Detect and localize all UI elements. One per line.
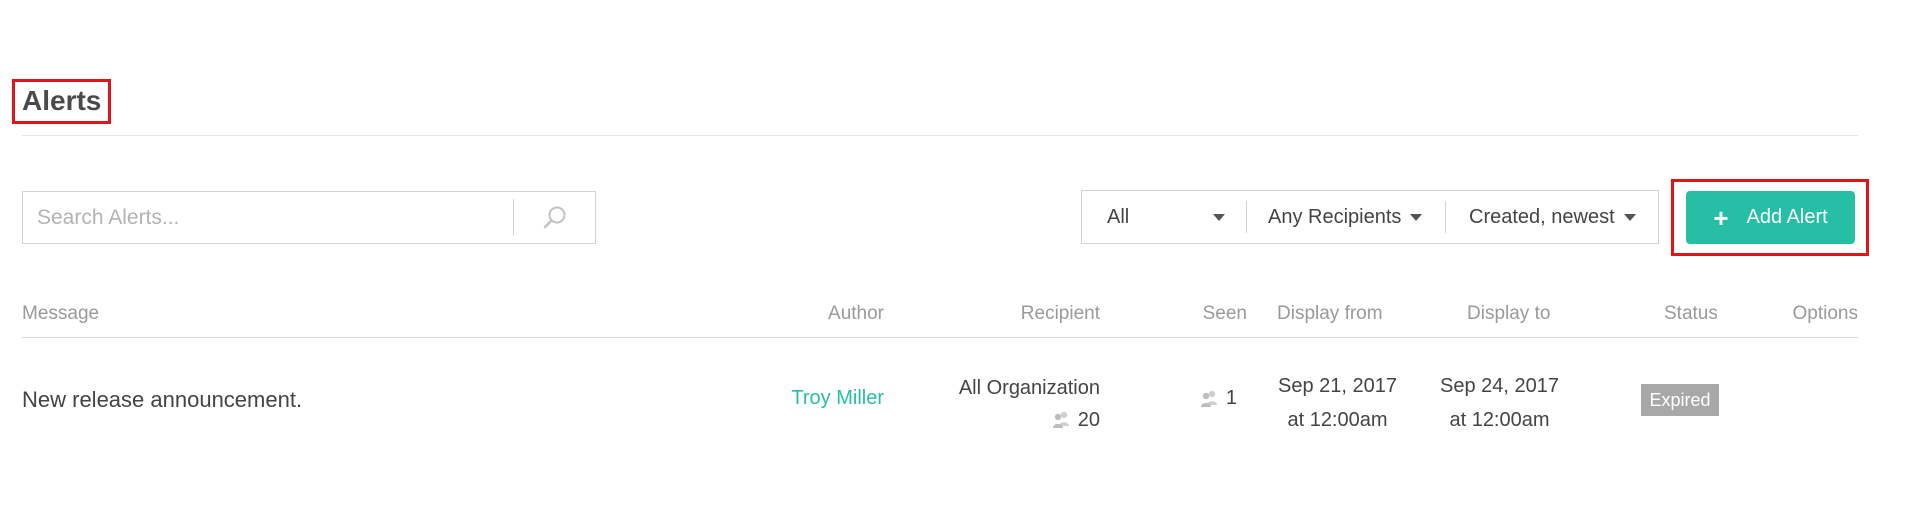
- add-alert-button[interactable]: + Add Alert: [1686, 191, 1855, 244]
- add-alert-label: Add Alert: [1746, 206, 1828, 228]
- display-from-time: at 12:00am: [1287, 409, 1388, 431]
- column-header-author[interactable]: Author: [828, 303, 884, 325]
- filter-bar: All Any Recipients Created, newest: [1081, 190, 1659, 244]
- alert-recipient: All Organization 20: [959, 372, 1100, 439]
- recipient-count: 20: [1050, 404, 1100, 436]
- table-row[interactable]: New release announcement. Troy Miller Al…: [0, 338, 1922, 468]
- chevron-down-icon: [1410, 213, 1423, 221]
- recipient-name: All Organization: [958, 377, 1100, 399]
- column-header-seen[interactable]: Seen: [1203, 303, 1247, 325]
- alert-seen: 1: [1198, 387, 1237, 410]
- alert-author-link[interactable]: Troy Miller: [791, 387, 884, 410]
- search-input[interactable]: [23, 192, 513, 243]
- search-icon: [543, 206, 565, 228]
- alerts-page: Alerts All Any Recipients Created, newes…: [0, 0, 1922, 532]
- type-filter-value: All: [1107, 205, 1130, 228]
- people-icon: [1052, 411, 1069, 428]
- sort-dropdown[interactable]: Created, newest: [1446, 191, 1658, 243]
- chevron-down-icon: [1623, 213, 1636, 221]
- search-box: [22, 191, 596, 244]
- column-header-display-from[interactable]: Display from: [1277, 303, 1383, 325]
- type-filter-dropdown[interactable]: All: [1082, 191, 1246, 243]
- search-button[interactable]: [514, 192, 595, 243]
- display-to-time: at 12:00am: [1449, 409, 1550, 431]
- status-badge: Expired: [1641, 384, 1719, 416]
- column-header-options: Options: [1792, 303, 1858, 324]
- alert-message[interactable]: New release announcement.: [22, 387, 302, 413]
- plus-icon: +: [1713, 202, 1729, 233]
- column-header-display-to[interactable]: Display to: [1467, 303, 1550, 325]
- people-icon: [1200, 390, 1217, 407]
- alert-display-from: Sep 21, 2017 at 12:00am: [1278, 369, 1397, 437]
- title-divider: [22, 135, 1858, 136]
- recipients-filter-dropdown[interactable]: Any Recipients: [1247, 191, 1445, 243]
- seen-count: 1: [1225, 387, 1237, 409]
- chevron-down-icon: [1213, 214, 1225, 221]
- recipients-filter-value: Any Recipients: [1268, 205, 1402, 228]
- column-header-recipient[interactable]: Recipient: [1021, 303, 1100, 325]
- column-header-status[interactable]: Status: [1664, 303, 1718, 325]
- display-from-date: Sep 21, 2017: [1278, 375, 1397, 397]
- recipient-count-value: 20: [1077, 409, 1100, 431]
- alert-display-to: Sep 24, 2017 at 12:00am: [1440, 369, 1559, 437]
- column-header-message[interactable]: Message: [22, 303, 99, 325]
- page-title: Alerts: [22, 85, 102, 116]
- sort-value: Created, newest: [1469, 205, 1615, 228]
- display-to-date: Sep 24, 2017: [1440, 375, 1559, 397]
